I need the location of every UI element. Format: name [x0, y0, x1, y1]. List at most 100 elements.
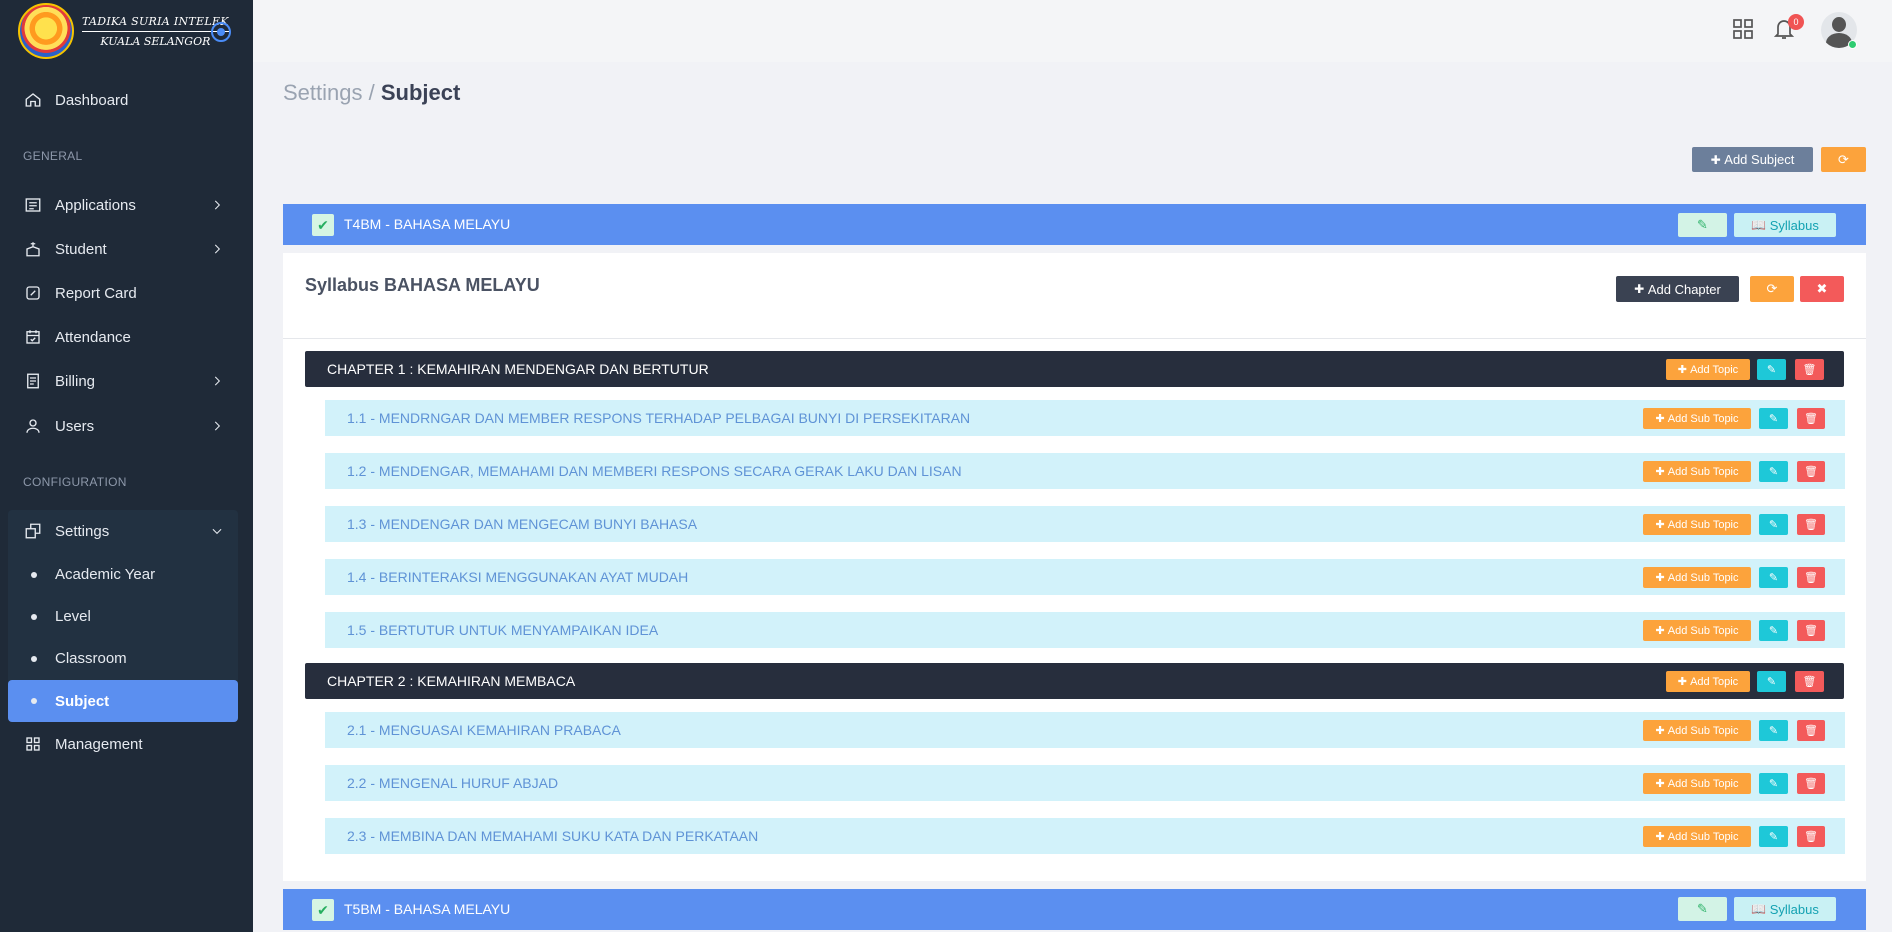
- delete-topic-button[interactable]: 🗑: [1797, 720, 1825, 741]
- add-chapter-button[interactable]: ✚ Add Chapter: [1616, 276, 1739, 302]
- edit-icon: ✎: [1768, 466, 1779, 478]
- add-subject-button[interactable]: ✚ Add Subject: [1692, 147, 1813, 172]
- trash-icon: 🗑: [1804, 519, 1818, 531]
- add-sub-topic-label: Add Sub Topic: [1667, 518, 1739, 531]
- apps-grid-icon[interactable]: [1733, 19, 1753, 39]
- subject-title: T5BM - BAHASA MELAYU: [344, 901, 511, 917]
- plus-icon: ✚: [1677, 676, 1688, 688]
- delete-topic-button[interactable]: 🗑: [1797, 408, 1825, 429]
- sidebar-item-settings[interactable]: Settings: [8, 511, 238, 551]
- breadcrumb-separator: /: [362, 80, 381, 105]
- add-sub-topic-button[interactable]: ✚ Add Sub Topic: [1643, 408, 1751, 429]
- topic-title[interactable]: 1.3 - MENDENGAR DAN MENGECAM BUNYI BAHAS…: [347, 516, 697, 532]
- topic-title[interactable]: 1.5 - BERTUTUR UNTUK MENYAMPAIKAN IDEA: [347, 622, 658, 638]
- trash-icon: 🗑: [1804, 625, 1818, 637]
- sidebar-subitem-academic-year[interactable]: Academic Year: [8, 554, 238, 594]
- topic-row: 2.2 - MENGENAL HURUF ABJAD: [325, 765, 1845, 801]
- edit-topic-button[interactable]: ✎: [1759, 408, 1788, 429]
- edit-topic-button[interactable]: ✎: [1759, 461, 1788, 482]
- topic-title[interactable]: 2.1 - MENGUASAI KEMAHIRAN PRABACA: [347, 722, 621, 738]
- trash-icon: 🗑: [1804, 778, 1818, 790]
- add-sub-topic-button[interactable]: ✚ Add Sub Topic: [1643, 773, 1751, 794]
- topic-title[interactable]: 1.1 - MENDRNGAR DAN MEMBER RESPONS TERHA…: [347, 410, 970, 426]
- book-icon: 📖: [1751, 218, 1767, 232]
- edit-icon: ✎: [1766, 364, 1777, 376]
- refresh-icon: ⟳: [1838, 151, 1849, 167]
- refresh-syllabus-button[interactable]: ⟳: [1750, 276, 1794, 302]
- sidebar-item-label: Users: [55, 417, 95, 435]
- edit-topic-button[interactable]: ✎: [1759, 620, 1788, 641]
- add-sub-topic-button[interactable]: ✚ Add Sub Topic: [1643, 720, 1751, 741]
- edit-subject-button[interactable]: ✎: [1678, 213, 1727, 237]
- add-sub-topic-label: Add Sub Topic: [1667, 571, 1739, 584]
- add-sub-topic-button[interactable]: ✚ Add Sub Topic: [1643, 461, 1751, 482]
- syllabus-button[interactable]: 📖 Syllabus: [1734, 897, 1836, 921]
- topic-title[interactable]: 2.3 - MEMBINA DAN MEMAHAMI SUKU KATA DAN…: [347, 828, 758, 844]
- sidebar-item-report-card[interactable]: Report Card: [8, 273, 238, 313]
- edit-topic-button[interactable]: ✎: [1759, 567, 1788, 588]
- topic-title[interactable]: 1.4 - BERINTERAKSI MENGGUNAKAN AYAT MUDA…: [347, 569, 688, 585]
- edit-chapter-button[interactable]: ✎: [1757, 359, 1786, 380]
- syllabus-button[interactable]: 📖 Syllabus: [1734, 213, 1836, 237]
- close-icon: ✖: [1816, 281, 1828, 296]
- sidebar-item-student[interactable]: Student: [8, 229, 238, 269]
- sidebar-item-label: Report Card: [55, 284, 137, 302]
- add-sub-topic-button[interactable]: ✚ Add Sub Topic: [1643, 567, 1751, 588]
- report-card-icon: [26, 286, 40, 300]
- check-icon[interactable]: ✔: [312, 899, 334, 921]
- edit-topic-button[interactable]: ✎: [1759, 826, 1788, 847]
- syllabus-label: Syllabus: [1769, 901, 1819, 917]
- subject-title: T4BM - BAHASA MELAYU: [344, 216, 511, 232]
- add-sub-topic-label: Add Sub Topic: [1667, 777, 1739, 790]
- edit-icon: ✎: [1766, 676, 1777, 688]
- add-topic-button[interactable]: ✚ Add Topic: [1666, 359, 1750, 380]
- sidebar-item-users[interactable]: Users: [8, 406, 238, 446]
- trash-icon: 🗑: [1804, 831, 1818, 843]
- trash-icon: 🗑: [1804, 725, 1818, 737]
- sidebar-subitem-classroom[interactable]: Classroom: [8, 638, 238, 678]
- topic-title[interactable]: 2.2 - MENGENAL HURUF ABJAD: [347, 775, 558, 791]
- breadcrumb-current: Subject: [380, 80, 461, 105]
- trash-icon: 🗑: [1802, 676, 1817, 688]
- sidebar-toggle-icon[interactable]: [211, 22, 231, 42]
- delete-topic-button[interactable]: 🗑: [1797, 514, 1825, 535]
- sidebar-item-billing[interactable]: Billing: [8, 361, 238, 401]
- edit-topic-button[interactable]: ✎: [1759, 773, 1788, 794]
- delete-topic-button[interactable]: 🗑: [1797, 620, 1825, 641]
- delete-topic-button[interactable]: 🗑: [1797, 826, 1825, 847]
- avatar-head: [1832, 17, 1846, 32]
- delete-chapter-button[interactable]: 🗑: [1795, 359, 1824, 380]
- delete-topic-button[interactable]: 🗑: [1797, 461, 1825, 482]
- sidebar-item-attendance[interactable]: Attendance: [8, 317, 238, 357]
- sidebar-item-management[interactable]: Management: [8, 724, 238, 764]
- edit-chapter-button[interactable]: ✎: [1757, 671, 1786, 692]
- list-icon: [25, 198, 41, 212]
- add-sub-topic-button[interactable]: ✚ Add Sub Topic: [1643, 620, 1751, 641]
- subject-bar[interactable]: ✔ T5BM - BAHASA MELAYU: [283, 889, 1866, 930]
- chevron-right-icon: [214, 200, 221, 210]
- check-icon[interactable]: ✔: [312, 214, 334, 236]
- edit-topic-button[interactable]: ✎: [1759, 514, 1788, 535]
- add-sub-topic-button[interactable]: ✚ Add Sub Topic: [1643, 826, 1751, 847]
- close-syllabus-button[interactable]: ✖: [1800, 276, 1844, 302]
- topic-title[interactable]: 1.2 - MENDENGAR, MEMAHAMI DAN MEMBERI RE…: [347, 463, 962, 479]
- delete-topic-button[interactable]: 🗑: [1797, 567, 1825, 588]
- add-sub-topic-button[interactable]: ✚ Add Sub Topic: [1643, 514, 1751, 535]
- edit-subject-button[interactable]: ✎: [1678, 897, 1727, 921]
- delete-chapter-button[interactable]: 🗑: [1795, 671, 1824, 692]
- sidebar-subitem-level[interactable]: Level: [8, 596, 238, 636]
- breadcrumb-parent[interactable]: Settings: [283, 80, 363, 105]
- sidebar-item-label: Settings: [55, 522, 110, 540]
- breadcrumb: Settings / Subject: [283, 80, 460, 106]
- sidebar-subitem-subject[interactable]: Subject: [8, 680, 238, 722]
- edit-topic-button[interactable]: ✎: [1759, 720, 1788, 741]
- subject-bar[interactable]: ✔ T4BM - BAHASA MELAYU: [283, 204, 1866, 245]
- brand[interactable]: TADIKA SURIA INTELEK KUALA SELANGOR: [0, 0, 253, 62]
- add-topic-button[interactable]: ✚ Add Topic: [1666, 671, 1750, 692]
- notification-badge: 0: [1788, 14, 1804, 30]
- delete-topic-button[interactable]: 🗑: [1797, 773, 1825, 794]
- sidebar-item-applications[interactable]: Applications: [8, 185, 238, 225]
- edit-icon: ✎: [1768, 625, 1779, 637]
- sidebar-item-dashboard[interactable]: Dashboard: [8, 80, 238, 120]
- refresh-button[interactable]: ⟳: [1821, 147, 1866, 172]
